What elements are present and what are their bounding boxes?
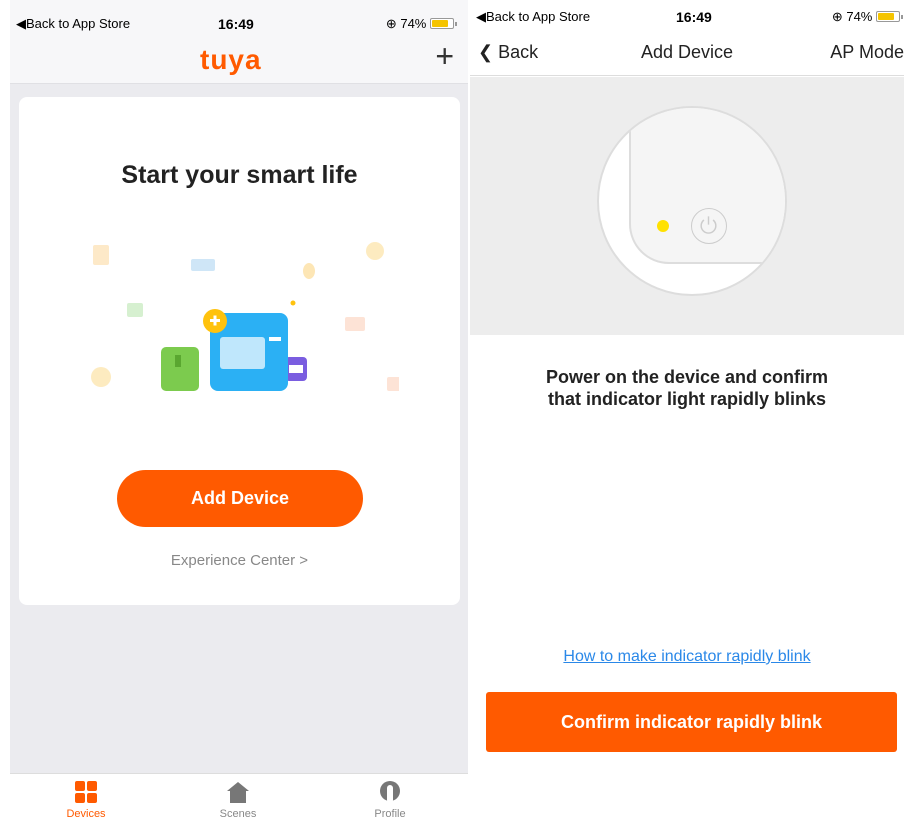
battery-percent-right: 74% [846, 9, 873, 24]
back-to-app-store-right[interactable]: ◀Back to App Store [476, 9, 590, 25]
battery-percent: 74% [400, 16, 427, 31]
tab-devices-label: Devices [66, 808, 106, 820]
tab-profile-label: Profile [374, 808, 406, 820]
tab-bar: Devices Scenes Profile [10, 773, 468, 828]
tab-scenes-label: Scenes [219, 808, 257, 820]
status-time-right: 16:49 [676, 9, 712, 25]
instruction-line-2: that indicator light rapidly blinks [547, 389, 827, 409]
devices-grid-icon [75, 781, 97, 803]
device-hero [470, 77, 904, 335]
battery-status-right: ⊕ 74% [831, 9, 903, 25]
add-device-screen: ◀Back to App Store 16:49 ⊕ 74% ❮ Back Ad… [470, 0, 904, 828]
back-to-app-store[interactable]: ◀Back to App Store [16, 16, 130, 32]
profile-icon [380, 781, 400, 803]
battery-status: ⊕ 74% [385, 16, 457, 32]
ap-mode-button[interactable]: AP Mode [830, 42, 904, 63]
indicator-light-icon [657, 220, 669, 232]
add-device-button[interactable]: Add Device [117, 470, 363, 527]
battery-icon [876, 11, 903, 22]
status-bar: ◀Back to App Store 16:49 ⊕ 74% [10, 0, 468, 44]
device-zoom-circle [597, 106, 787, 296]
app-header: ◀Back to App Store 16:49 ⊕ 74% tuya + [10, 0, 468, 84]
experience-center-link[interactable]: Experience Center > [19, 552, 460, 569]
logo-text: tuya [200, 44, 262, 75]
welcome-card: Start your smart life Add Device Experie… [19, 97, 460, 605]
smart-home-illustration-icon [91, 242, 399, 391]
nav-bar: ❮ Back Add Device AP Mode [470, 36, 904, 76]
tab-profile[interactable]: Profile [340, 780, 440, 820]
add-icon[interactable]: + [435, 38, 454, 75]
confirm-button[interactable]: Confirm indicator rapidly blink [486, 692, 897, 752]
tab-scenes[interactable]: Scenes [188, 780, 288, 820]
home-screen: ◀Back to App Store 16:49 ⊕ 74% tuya + St… [10, 0, 468, 828]
lock-rotation-icon: ⊕ [831, 9, 843, 24]
power-icon [691, 208, 727, 244]
lock-rotation-icon: ⊕ [385, 16, 397, 31]
status-time: 16:49 [218, 16, 254, 32]
instruction-text: Power on the device and confirm that ind… [470, 366, 904, 410]
battery-icon [430, 18, 457, 29]
instruction-line-1: Power on the device and confirm [545, 367, 829, 387]
help-link[interactable]: How to make indicator rapidly blink [470, 648, 904, 666]
home-icon [227, 782, 249, 803]
welcome-title: Start your smart life [121, 161, 358, 189]
tab-devices[interactable]: Devices [36, 780, 136, 820]
tuya-logo: tuya [200, 44, 262, 76]
